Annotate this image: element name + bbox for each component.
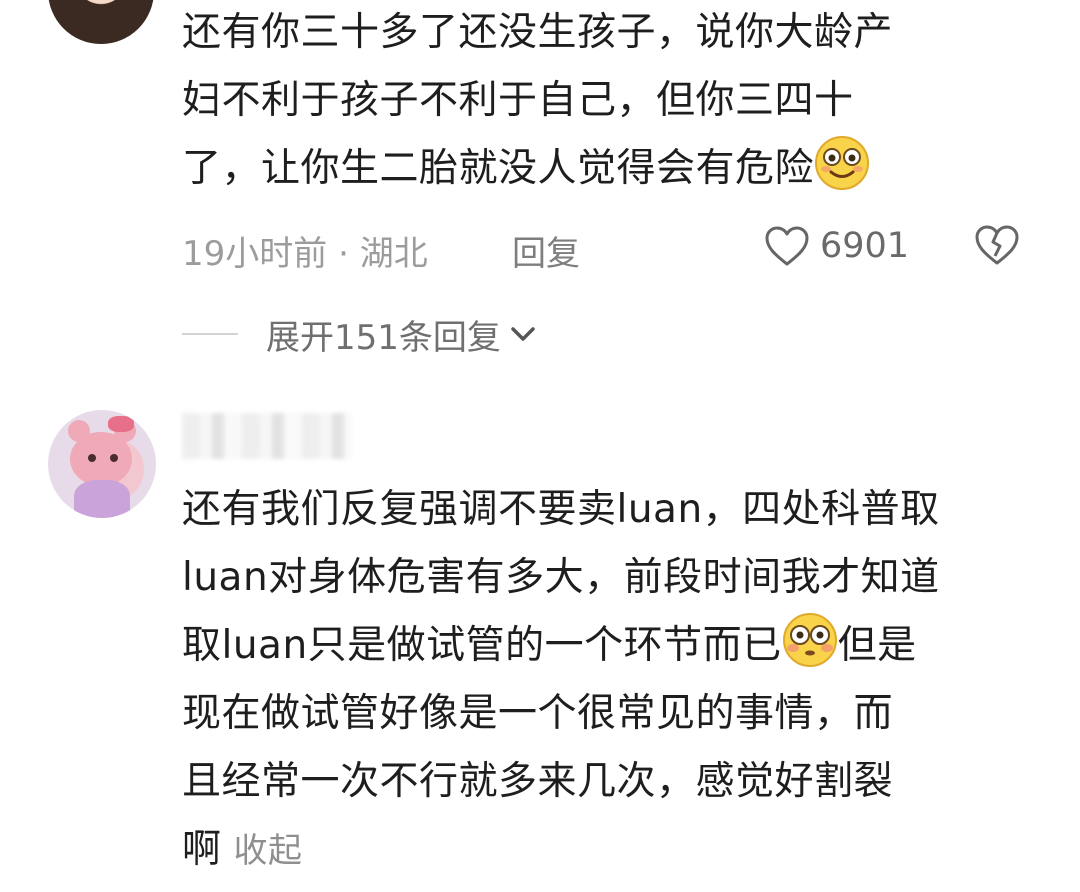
comment-line-text: 取luan只是做试管的一个环节而已: [182, 623, 782, 668]
comment-line: luan对身体危害有多大，前段时间我才知道: [182, 555, 940, 600]
like-button[interactable]: 6901: [764, 220, 909, 272]
flushed-smile-emoji-icon: [814, 135, 870, 191]
comment-timestamp: 19小时前 · 湖北: [182, 226, 428, 275]
avatar-bow: [108, 416, 134, 432]
broken-heart-icon[interactable]: [974, 224, 1020, 266]
flushed-emoji-icon: [782, 612, 838, 668]
comment-line: 啊收起: [182, 816, 1042, 885]
avatar-head: [70, 432, 132, 486]
comment-body: 还有你三十多了还没生孩子，说你大龄产 妇不利于孩子不利于自己，但你三四十 了，让…: [182, 0, 1042, 203]
avatar[interactable]: [48, 410, 156, 518]
time-text: 19小时前: [182, 234, 328, 274]
avatar-eye: [110, 454, 118, 462]
like-count: 6901: [820, 226, 910, 266]
comment-line-text: 啊: [182, 827, 222, 872]
comment-line: 妇不利于孩子不利于自己，但你三四十: [182, 78, 854, 123]
comment-body: 还有我们反复强调不要卖luan，四处科普取 luan对身体危害有多大，前段时间我…: [182, 476, 1042, 885]
location-text: 湖北: [359, 234, 428, 274]
chevron-down-icon: [511, 327, 535, 341]
comment-line: 取luan只是做试管的一个环节而已 但是: [182, 612, 1042, 680]
comment-meta: 19小时前 · 湖北 回复 6901: [182, 218, 1042, 274]
expand-replies-button[interactable]: 展开151条回复: [182, 304, 537, 364]
heart-icon: [765, 226, 809, 266]
comment-line-text: 但是: [837, 623, 917, 668]
username-blurred[interactable]: [182, 413, 352, 459]
separator: ·: [338, 234, 349, 274]
reply-button[interactable]: 回复: [512, 226, 580, 275]
avatar-body: [74, 480, 130, 518]
expand-label: 展开151条回复: [266, 317, 501, 358]
comment-line: 了，让你生二胎就没人觉得会有危险: [182, 135, 1042, 203]
divider: [182, 333, 238, 335]
comment-line: 还有你三十多了还没生孩子，说你大龄产: [182, 10, 894, 55]
collapse-button[interactable]: 收起: [234, 831, 303, 871]
comment-line: 且经常一次不行就多来几次，感觉好割裂: [182, 759, 894, 804]
comment-line-text: 了，让你生二胎就没人觉得会有危险: [182, 146, 815, 191]
avatar[interactable]: [48, 0, 154, 44]
avatar-eye: [88, 454, 96, 462]
comment-line: 还有我们反复强调不要卖luan，四处科普取: [182, 487, 940, 532]
comment-line: 现在做试管好像是一个很常见的事情，而: [182, 691, 894, 736]
